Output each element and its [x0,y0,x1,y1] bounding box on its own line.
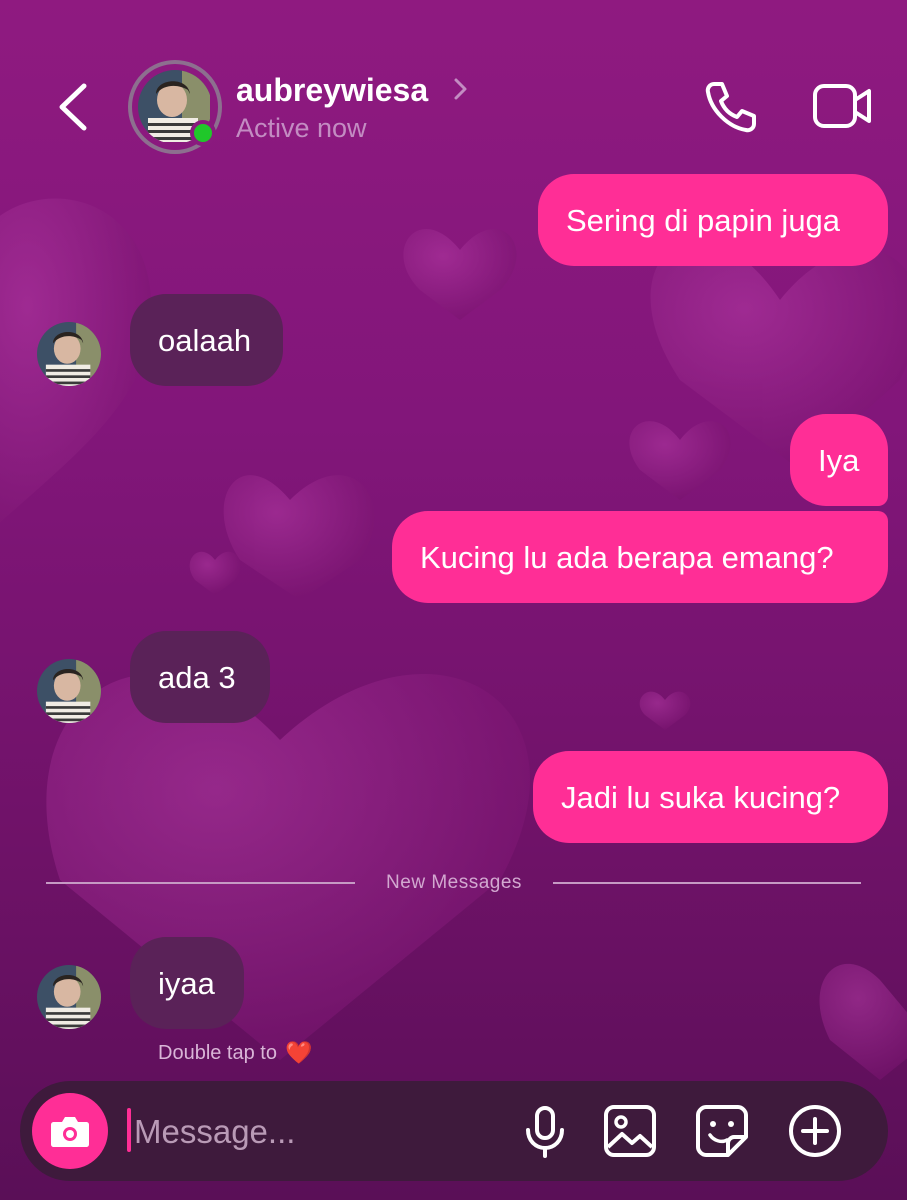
incoming-message[interactable]: ada 3 [130,631,270,723]
microphone-button[interactable] [517,1103,573,1159]
camera-button[interactable] [32,1093,108,1169]
contact-status: Active now [236,113,367,143]
more-button[interactable] [787,1103,843,1159]
text-cursor [127,1108,131,1152]
audio-call-button[interactable] [700,76,762,138]
double-tap-label: Double tap to [158,1041,277,1064]
sender-avatar[interactable] [37,659,101,723]
sender-avatar[interactable] [37,322,101,386]
phone-icon [705,82,756,133]
contact-username[interactable]: aubreywiesa [236,72,428,109]
outgoing-message[interactable]: Kucing lu ada berapa emang? [392,511,888,603]
divider-line-left [46,882,355,884]
incoming-message[interactable]: iyaa [130,937,244,1029]
divider-line-right [553,882,861,884]
chevron-left-icon [59,83,87,131]
back-button[interactable] [52,78,100,136]
message-input[interactable] [132,1105,506,1159]
sender-avatar[interactable] [37,965,101,1029]
gallery-button[interactable] [602,1103,658,1159]
image-icon [604,1105,656,1157]
video-call-button[interactable] [812,80,874,132]
message-composer [20,1081,888,1181]
heart-icon: ❤️ [284,1040,313,1065]
microphone-icon [526,1106,564,1158]
online-indicator [190,120,216,146]
video-camera-icon [813,84,871,128]
outgoing-message[interactable]: Iya [790,414,888,506]
sticker-icon [696,1105,748,1157]
plus-circle-icon [789,1105,841,1157]
chevron-right-icon [452,76,470,102]
chat-header: aubreywiesa Active now [0,0,907,170]
outgoing-message[interactable]: Jadi lu suka kucing? [533,751,888,843]
camera-icon [51,1117,89,1147]
sticker-button[interactable] [694,1103,750,1159]
incoming-message[interactable]: oalaah [130,294,283,386]
outgoing-message[interactable]: Sering di papin juga [538,174,888,266]
new-messages-divider: New Messages [386,872,522,893]
double-tap-hint: Double tap to ❤️ [158,1040,312,1066]
